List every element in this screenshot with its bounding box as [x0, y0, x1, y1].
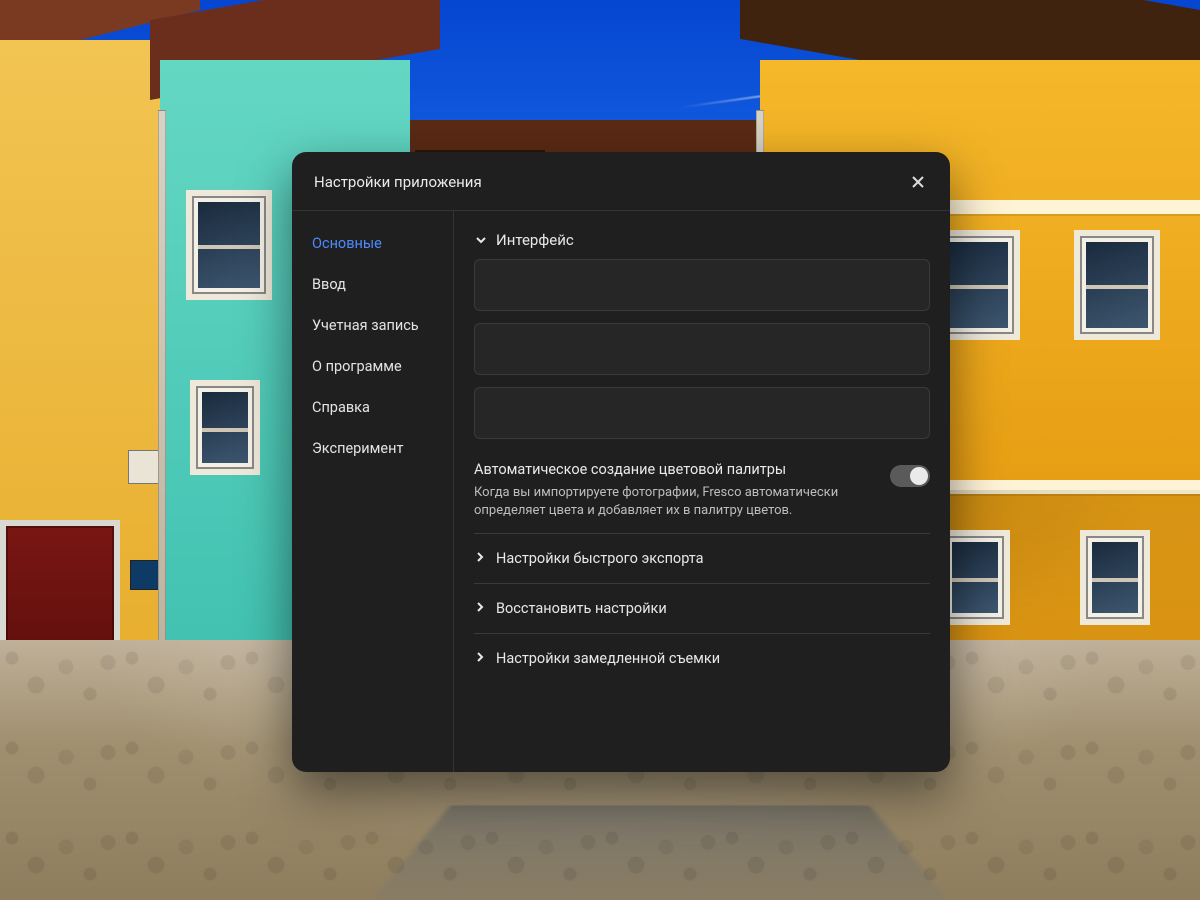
sidebar-item-input[interactable]: Ввод	[292, 264, 453, 305]
window	[186, 190, 272, 300]
settings-sidebar: Основные Ввод Учетная запись О программе…	[292, 211, 454, 772]
close-button[interactable]	[904, 168, 932, 196]
section-interface-header[interactable]: Интерфейс	[474, 225, 930, 259]
sidebar-item-about[interactable]: О программе	[292, 346, 453, 387]
dialog-header: Настройки приложения	[292, 152, 950, 211]
chevron-right-icon	[474, 550, 486, 567]
accordion-label: Восстановить настройки	[496, 600, 667, 617]
accordion-timelapse[interactable]: Настройки замедленной съемки	[474, 634, 930, 683]
accordion-restore-settings[interactable]: Восстановить настройки	[474, 584, 930, 634]
auto-palette-toggle[interactable]	[890, 465, 930, 487]
interface-field-2[interactable]	[474, 323, 930, 375]
dialog-body: Основные Ввод Учетная запись О программе…	[292, 211, 950, 772]
sidebar-item-label: Учетная запись	[312, 317, 419, 334]
sidebar-item-label: Ввод	[312, 276, 346, 293]
sidebar-item-experiment[interactable]: Эксперимент	[292, 428, 453, 469]
window	[190, 380, 260, 475]
interface-field-3[interactable]	[474, 387, 930, 439]
auto-palette-title: Автоматическое создание цветовой палитры	[474, 461, 876, 478]
auto-palette-row: Автоматическое создание цветовой палитры…	[474, 451, 930, 534]
chevron-down-icon	[474, 233, 488, 247]
sidebar-item-label: Справка	[312, 399, 370, 416]
close-icon	[910, 174, 926, 190]
settings-content: Интерфейс Автоматическое создание цветов…	[454, 211, 950, 772]
section-title: Интерфейс	[496, 231, 574, 249]
auto-palette-description: Когда вы импортируете фотографии, Fresco…	[474, 484, 874, 519]
window	[1074, 230, 1160, 340]
window	[940, 530, 1010, 625]
sidebar-item-account[interactable]: Учетная запись	[292, 305, 453, 346]
sidebar-item-help[interactable]: Справка	[292, 387, 453, 428]
chevron-right-icon	[474, 650, 486, 667]
dialog-title: Настройки приложения	[314, 173, 482, 191]
sidebar-item-general[interactable]: Основные	[292, 223, 453, 264]
accordion-label: Настройки быстрого экспорта	[496, 550, 704, 567]
accordion-quick-export[interactable]: Настройки быстрого экспорта	[474, 534, 930, 584]
sidebar-item-label: Эксперимент	[312, 440, 403, 457]
sidebar-item-label: О программе	[312, 358, 402, 375]
settings-dialog: Настройки приложения Основные Ввод Учетн…	[292, 152, 950, 772]
window	[1080, 530, 1150, 625]
sidebar-item-label: Основные	[312, 235, 382, 252]
interface-field-1[interactable]	[474, 259, 930, 311]
auto-palette-text: Автоматическое создание цветовой палитры…	[474, 461, 876, 519]
chevron-right-icon	[474, 600, 486, 617]
gutter	[158, 110, 166, 700]
accordion-label: Настройки замедленной съемки	[496, 650, 720, 667]
